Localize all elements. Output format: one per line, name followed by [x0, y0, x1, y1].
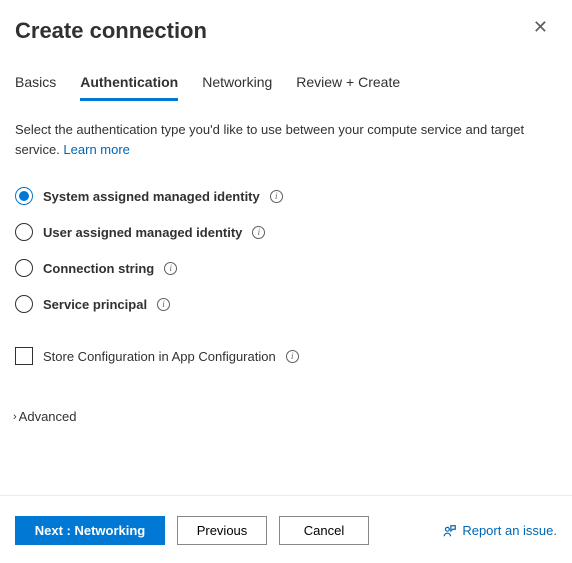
- store-config-row[interactable]: Store Configuration in App Configuration…: [0, 331, 572, 365]
- chevron-right-icon: ›: [13, 411, 17, 423]
- store-config-label: Store Configuration in App Configuration: [43, 349, 276, 364]
- previous-button[interactable]: Previous: [177, 516, 267, 545]
- option-label: Service principal: [43, 297, 147, 312]
- page-title: Create connection: [15, 18, 207, 44]
- option-service-principal[interactable]: Service principal i: [15, 295, 557, 313]
- info-icon[interactable]: i: [270, 190, 283, 203]
- option-label: System assigned managed identity: [43, 189, 260, 204]
- cancel-button[interactable]: Cancel: [279, 516, 369, 545]
- tab-bar: Basics Authentication Networking Review …: [0, 44, 572, 102]
- close-button[interactable]: ✕: [529, 18, 552, 36]
- report-issue-link[interactable]: Report an issue.: [443, 523, 557, 538]
- auth-options: System assigned managed identity i User …: [0, 159, 572, 313]
- radio-service-principal[interactable]: [15, 295, 33, 313]
- next-button[interactable]: Next : Networking: [15, 516, 165, 545]
- advanced-toggle[interactable]: › Advanced: [0, 365, 572, 424]
- person-feedback-icon: [443, 524, 457, 538]
- advanced-label: Advanced: [19, 409, 77, 424]
- info-icon[interactable]: i: [157, 298, 170, 311]
- info-icon[interactable]: i: [252, 226, 265, 239]
- store-config-checkbox[interactable]: [15, 347, 33, 365]
- tab-basics[interactable]: Basics: [15, 74, 56, 101]
- footer: Next : Networking Previous Cancel Report…: [0, 495, 572, 563]
- tab-review-create[interactable]: Review + Create: [296, 74, 400, 101]
- option-label: User assigned managed identity: [43, 225, 242, 240]
- radio-system-identity[interactable]: [15, 187, 33, 205]
- report-issue-label: Report an issue.: [462, 523, 557, 538]
- tab-networking[interactable]: Networking: [202, 74, 272, 101]
- radio-user-identity[interactable]: [15, 223, 33, 241]
- info-icon[interactable]: i: [164, 262, 177, 275]
- option-connection-string[interactable]: Connection string i: [15, 259, 557, 277]
- option-user-identity[interactable]: User assigned managed identity i: [15, 223, 557, 241]
- radio-connection-string[interactable]: [15, 259, 33, 277]
- description-text: Select the authentication type you'd lik…: [0, 102, 572, 159]
- tab-authentication[interactable]: Authentication: [80, 74, 178, 101]
- option-system-identity[interactable]: System assigned managed identity i: [15, 187, 557, 205]
- learn-more-link[interactable]: Learn more: [63, 142, 129, 157]
- option-label: Connection string: [43, 261, 154, 276]
- close-icon: ✕: [533, 17, 548, 37]
- info-icon[interactable]: i: [286, 350, 299, 363]
